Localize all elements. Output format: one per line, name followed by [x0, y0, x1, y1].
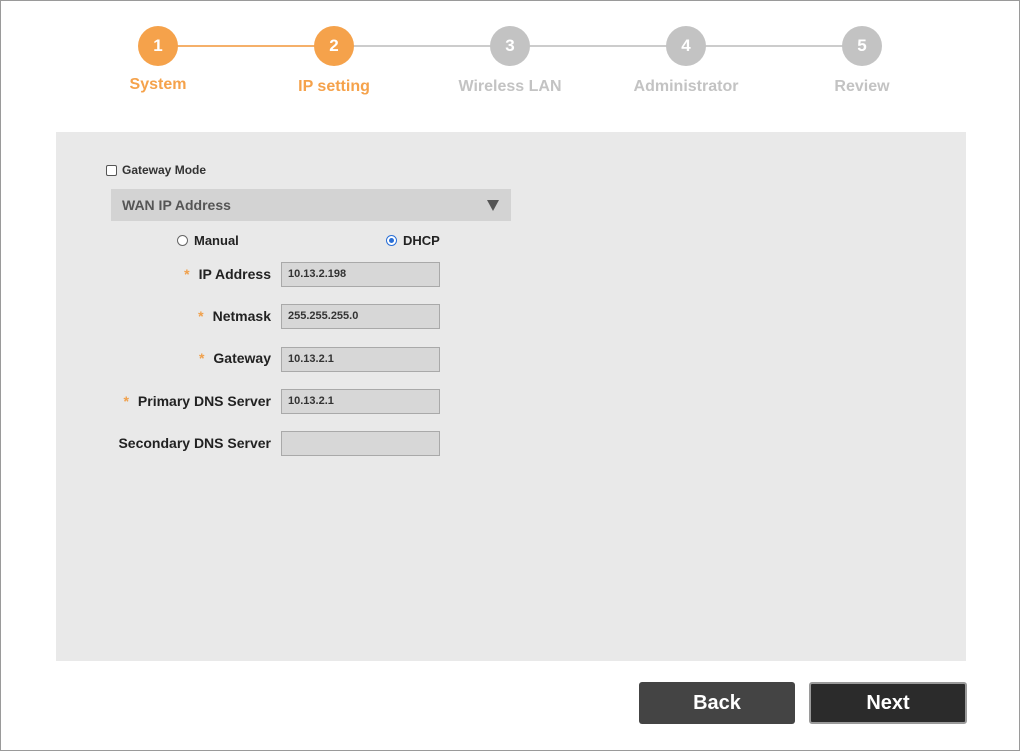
required-marker: *	[198, 308, 204, 324]
step-5-circle: 5	[842, 26, 882, 66]
step-5-label: Review	[834, 78, 890, 95]
manual-radio[interactable]	[177, 235, 188, 246]
dhcp-radio[interactable]	[386, 235, 397, 246]
primary-dns-label: * Primary DNS Server	[123, 393, 271, 409]
step-3-circle: 3	[490, 26, 530, 66]
step-connector-1	[158, 45, 334, 47]
netmask-field[interactable]: 255.255.255.0	[281, 304, 440, 329]
step-connector-2	[334, 45, 510, 47]
step-connector-3	[510, 45, 686, 47]
step-1-circle[interactable]: 1	[138, 26, 178, 66]
section-title: WAN IP Address	[122, 197, 231, 213]
gateway-mode-option[interactable]: Gateway Mode	[106, 163, 206, 177]
gateway-mode-label: Gateway Mode	[122, 163, 207, 177]
manual-label: Manual	[194, 233, 239, 248]
dhcp-label: DHCP	[403, 233, 440, 248]
step-2-circle[interactable]: 2	[314, 26, 354, 66]
step-4-circle: 4	[666, 26, 706, 66]
gateway-label: * Gateway	[198, 350, 271, 366]
gateway-field[interactable]: 10.13.2.1	[281, 347, 440, 372]
dhcp-radio-option[interactable]: DHCP	[386, 233, 440, 248]
wizard-stepper: 1 2 3 4 5 System IP setting Wireless LAN…	[0, 0, 1020, 110]
required-marker: *	[184, 266, 190, 282]
secondary-dns-field[interactable]	[281, 431, 440, 456]
step-1-label[interactable]: System	[78, 76, 238, 94]
gateway-mode-checkbox[interactable]	[106, 164, 117, 176]
triangle-down-icon[interactable]	[487, 199, 499, 211]
secondary-dns-label: Secondary DNS Server	[118, 435, 271, 451]
next-button[interactable]: Next	[809, 682, 967, 724]
back-button[interactable]: Back	[639, 682, 795, 724]
step-connector-4	[686, 45, 862, 47]
ip-address-label: * IP Address	[184, 266, 271, 282]
required-marker: *	[123, 393, 129, 409]
step-4-label: Administrator	[633, 78, 739, 95]
primary-dns-field[interactable]: 10.13.2.1	[281, 389, 440, 414]
wan-ip-section-header[interactable]: WAN IP Address	[111, 189, 511, 221]
ip-address-field[interactable]: 10.13.2.198	[281, 262, 440, 287]
manual-radio-option[interactable]: Manual	[177, 233, 239, 248]
required-marker: *	[198, 350, 205, 366]
netmask-label: * Netmask	[198, 308, 271, 324]
step-3-label: Wireless LAN	[458, 78, 562, 95]
step-2-label[interactable]: IP setting	[254, 78, 414, 96]
